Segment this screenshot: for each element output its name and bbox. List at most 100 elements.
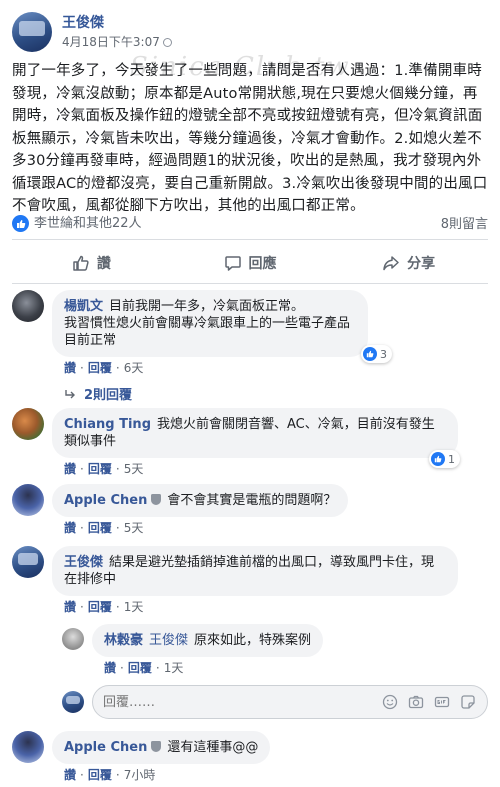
post-author[interactable]: 王俊傑 [62,14,172,32]
comment-button[interactable]: 回應 [171,246,330,280]
nested-reply: 林穀豪 王俊傑 原來如此，特殊案例 讚 · 回覆 · 1天 [62,624,324,676]
like-reaction-icon [363,347,377,361]
comment-icon [224,256,241,271]
comment-time[interactable]: 7小時 [124,768,156,782]
reactors-label[interactable]: 李世綸和其他22人 [34,216,142,231]
globe-icon [162,38,172,47]
comment-like-link[interactable]: 讚 [64,600,76,614]
comment-time[interactable]: 5天 [124,521,144,535]
share-button[interactable]: 分享 [329,246,488,280]
sticker-icon[interactable] [459,693,477,711]
reply-box [92,685,488,719]
comment-like-link[interactable]: 讚 [64,768,76,782]
comment-time[interactable]: 1天 [124,600,144,614]
comment-time[interactable]: 1天 [164,661,184,675]
thumbs-up-icon [73,255,89,271]
reactors[interactable]: 李世綸和其他22人 [12,212,142,232]
comment-text-line: 目前正常 [64,333,117,348]
comment: Chiang Ting 我熄火前會關閉音響、AC、冷氣，目前沒有發生類似事件 1 … [12,408,460,477]
commenter-avatar[interactable] [12,484,44,516]
current-user-avatar [62,691,84,713]
comment-text: 還有這種事@@ [167,740,259,755]
comment-like-link[interactable]: 讚 [64,521,76,535]
divider-top [12,239,488,240]
commenter-avatar[interactable] [12,290,44,322]
comment-like-link[interactable]: 讚 [64,361,76,375]
author-avatar[interactable] [12,12,52,52]
comment-reply-link[interactable]: 回覆 [88,361,112,375]
comment-text: 原來如此，特殊案例 [194,633,312,648]
comment-bubble: 林穀豪 王俊傑 原來如此，特殊案例 [92,624,324,657]
reply-composer [62,685,488,719]
comment-reply-link[interactable]: 回覆 [88,600,112,614]
reply-arrow-icon [65,389,75,398]
commenter-avatar[interactable] [12,546,44,578]
post-body: 開了一年多了，今天發生了一些問題，請問是否有人遇過：1.準備開車時發現，冷氣沒啟… [12,63,488,214]
view-replies-label[interactable]: 2則回覆 [84,384,132,403]
commenter-name[interactable]: 王俊傑 [64,555,103,570]
comment-actions: 讚 · 回覆 · 1天 [104,661,184,675]
post-header: 王俊傑 4月18日下午3:07 [12,12,172,52]
like-reaction-icon [12,215,29,232]
comment-actions: 讚 · 回覆 · 1天 [64,600,144,614]
divider-bottom [12,283,488,284]
comment-label: 回應 [248,256,277,272]
commenter-avatar[interactable] [12,731,44,763]
comment-text-line: 目前我開一年多，冷氣面板正常。 [109,299,305,314]
commenter-avatar[interactable] [62,628,84,650]
comment-reply-link[interactable]: 回覆 [88,768,112,782]
comment-actions: 讚 · 回覆 · 7小時 [64,768,156,782]
comment-time[interactable]: 6天 [124,361,144,375]
share-label: 分享 [407,256,436,272]
comment-like-link[interactable]: 讚 [104,661,116,675]
comment: Apple Chen 還有這種事@@ 讚 · 回覆 · 7小時 [12,731,271,783]
comment-actions: 讚 · 回覆 · 6天 [64,361,144,375]
mention-link[interactable]: 王俊傑 [149,633,188,648]
comment-bubble: Apple Chen 還有這種事@@ [52,731,271,764]
comment-text: 結果是避光墊插銷掉進前檔的出風口，導致風門卡住，現在排修中 [64,555,435,587]
comment: 楊凱文 目前我開一年多，冷氣面板正常。 我習慣性熄火前會關專冷氣跟車上的一些電子產… [12,290,392,376]
like-reaction-icon [431,452,445,466]
comment-text-line: 我習慣性熄火前會關專冷氣跟車上的一些電子產品 [64,316,351,331]
comment-time[interactable]: 5天 [124,462,144,476]
comment-reply-link[interactable]: 回覆 [128,661,152,675]
gif-icon[interactable] [433,693,451,711]
admin-badge-icon [151,494,162,505]
comment-bubble: Apple Chen 會不會其實是電瓶的問題啊？ [52,484,349,517]
comment-like-link[interactable]: 讚 [64,462,76,476]
emoji-icon[interactable] [381,693,399,711]
post-time-text[interactable]: 4月18日下午3:07 [62,35,160,49]
post-meta: 王俊傑 4月18日下午3:07 [62,14,172,50]
reply-input[interactable] [103,694,373,710]
reaction-count-value: 1 [448,452,455,466]
like-label: 讚 [96,256,111,272]
comment-reaction-count[interactable]: 1 [429,450,460,468]
commenter-avatar[interactable] [12,408,44,440]
view-replies-link[interactable]: 2則回覆 [64,384,132,403]
comment-bubble: Chiang Ting 我熄火前會關閉音響、AC、冷氣，目前沒有發生類似事件 1 [52,408,460,468]
comment: 王俊傑 結果是避光墊插銷掉進前檔的出風口，導致風門卡住，現在排修中 讚 · 回覆 · 1天 [12,546,458,615]
comment-actions: 讚 · 回覆 · 5天 [64,521,144,535]
commenter-name[interactable]: Chiang Ting [64,417,151,432]
commenter-name[interactable]: 楊凱文 [64,299,103,314]
comment-reaction-count[interactable]: 3 [361,345,392,363]
post-timestamp[interactable]: 4月18日下午3:07 [62,34,172,50]
commenter-name[interactable]: 林穀豪 [104,633,143,648]
commenter-name[interactable]: Apple Chen [64,493,147,508]
like-button[interactable]: 讚 [12,246,171,280]
comment-actions: 讚 · 回覆 · 5天 [64,462,144,476]
comment-bubble: 王俊傑 結果是避光墊插銷掉進前檔的出風口，導致風門卡住，現在排修中 [52,546,458,596]
comment-text: 會不會其實是電瓶的問題啊？ [167,493,337,508]
commenter-name[interactable]: Apple Chen [64,740,147,755]
post-actions: 讚 回應 分享 [12,246,488,280]
comment-reply-link[interactable]: 回覆 [88,521,112,535]
share-icon [383,256,399,271]
comment-bubble: 楊凱文 目前我開一年多，冷氣面板正常。 我習慣性熄火前會關專冷氣跟車上的一些電子產… [52,290,392,363]
reaction-count-value: 3 [380,347,387,361]
reaction-summary: 李世綸和其他22人 8則留言 [12,210,488,234]
comments-count[interactable]: 8則留言 [441,213,488,232]
admin-badge-icon [151,741,162,752]
comment-reply-link[interactable]: 回覆 [88,462,112,476]
camera-icon[interactable] [407,693,425,711]
comment: Apple Chen 會不會其實是電瓶的問題啊？ 讚 · 回覆 · 5天 [12,484,349,536]
